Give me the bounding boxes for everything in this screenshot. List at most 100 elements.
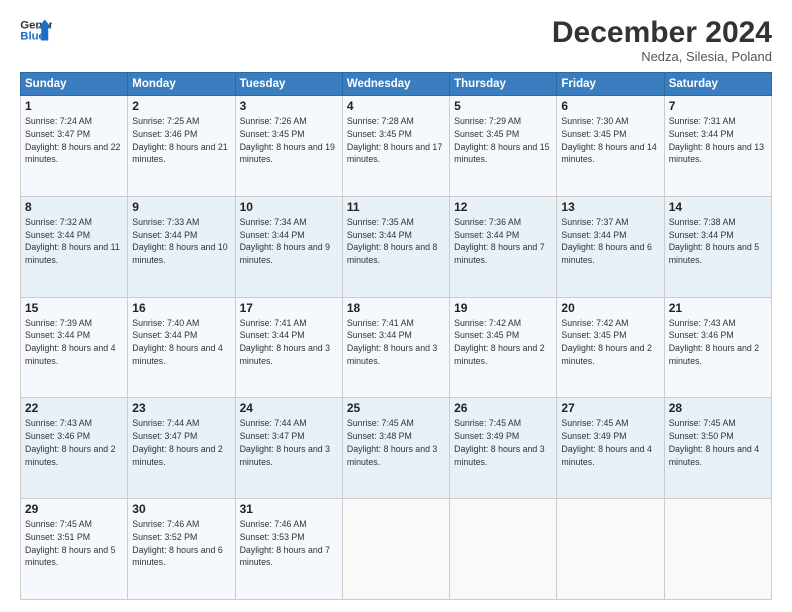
calendar-day-cell [557,499,664,600]
day-number: 21 [669,301,767,315]
day-number: 7 [669,99,767,113]
calendar-day-cell: 27 Sunrise: 7:45 AMSunset: 3:49 PMDaylig… [557,398,664,499]
calendar-day-header: Monday [128,73,235,96]
day-info: Sunrise: 7:44 AMSunset: 3:47 PMDaylight:… [132,417,230,468]
generalblue-logo-icon: General Blue [20,16,52,44]
day-info: Sunrise: 7:43 AMSunset: 3:46 PMDaylight:… [669,317,767,368]
calendar-day-cell: 30 Sunrise: 7:46 AMSunset: 3:52 PMDaylig… [128,499,235,600]
month-title: December 2024 [552,16,772,49]
calendar-header-row: SundayMondayTuesdayWednesdayThursdayFrid… [21,73,772,96]
calendar-day-cell: 29 Sunrise: 7:45 AMSunset: 3:51 PMDaylig… [21,499,128,600]
day-number: 27 [561,401,659,415]
calendar-day-cell [664,499,771,600]
calendar-day-cell: 5 Sunrise: 7:29 AMSunset: 3:45 PMDayligh… [450,96,557,197]
calendar-day-cell: 18 Sunrise: 7:41 AMSunset: 3:44 PMDaylig… [342,297,449,398]
calendar-day-cell: 19 Sunrise: 7:42 AMSunset: 3:45 PMDaylig… [450,297,557,398]
calendar-day-cell: 22 Sunrise: 7:43 AMSunset: 3:46 PMDaylig… [21,398,128,499]
title-block: December 2024 Nedza, Silesia, Poland [552,16,772,64]
day-info: Sunrise: 7:26 AMSunset: 3:45 PMDaylight:… [240,115,338,166]
page: General Blue December 2024 Nedza, Silesi… [0,0,792,612]
calendar-day-cell: 31 Sunrise: 7:46 AMSunset: 3:53 PMDaylig… [235,499,342,600]
day-number: 19 [454,301,552,315]
day-info: Sunrise: 7:39 AMSunset: 3:44 PMDaylight:… [25,317,123,368]
day-number: 30 [132,502,230,516]
header: General Blue December 2024 Nedza, Silesi… [20,16,772,64]
day-number: 13 [561,200,659,214]
calendar-day-cell: 10 Sunrise: 7:34 AMSunset: 3:44 PMDaylig… [235,196,342,297]
calendar-day-cell: 9 Sunrise: 7:33 AMSunset: 3:44 PMDayligh… [128,196,235,297]
calendar-day-header: Thursday [450,73,557,96]
day-info: Sunrise: 7:43 AMSunset: 3:46 PMDaylight:… [25,417,123,468]
day-number: 6 [561,99,659,113]
day-number: 22 [25,401,123,415]
calendar-day-cell: 8 Sunrise: 7:32 AMSunset: 3:44 PMDayligh… [21,196,128,297]
day-info: Sunrise: 7:40 AMSunset: 3:44 PMDaylight:… [132,317,230,368]
day-number: 20 [561,301,659,315]
calendar-day-cell: 21 Sunrise: 7:43 AMSunset: 3:46 PMDaylig… [664,297,771,398]
day-info: Sunrise: 7:36 AMSunset: 3:44 PMDaylight:… [454,216,552,267]
day-number: 10 [240,200,338,214]
day-number: 18 [347,301,445,315]
calendar-table: SundayMondayTuesdayWednesdayThursdayFrid… [20,72,772,600]
calendar-week-row: 29 Sunrise: 7:45 AMSunset: 3:51 PMDaylig… [21,499,772,600]
logo: General Blue [20,16,52,44]
calendar-day-cell: 3 Sunrise: 7:26 AMSunset: 3:45 PMDayligh… [235,96,342,197]
day-info: Sunrise: 7:45 AMSunset: 3:50 PMDaylight:… [669,417,767,468]
day-info: Sunrise: 7:45 AMSunset: 3:51 PMDaylight:… [25,518,123,569]
day-info: Sunrise: 7:24 AMSunset: 3:47 PMDaylight:… [25,115,123,166]
day-info: Sunrise: 7:31 AMSunset: 3:44 PMDaylight:… [669,115,767,166]
calendar-day-cell: 20 Sunrise: 7:42 AMSunset: 3:45 PMDaylig… [557,297,664,398]
calendar-week-row: 1 Sunrise: 7:24 AMSunset: 3:47 PMDayligh… [21,96,772,197]
day-number: 16 [132,301,230,315]
calendar-day-cell: 16 Sunrise: 7:40 AMSunset: 3:44 PMDaylig… [128,297,235,398]
calendar-day-header: Sunday [21,73,128,96]
day-info: Sunrise: 7:30 AMSunset: 3:45 PMDaylight:… [561,115,659,166]
day-info: Sunrise: 7:41 AMSunset: 3:44 PMDaylight:… [240,317,338,368]
day-number: 5 [454,99,552,113]
calendar-day-cell: 26 Sunrise: 7:45 AMSunset: 3:49 PMDaylig… [450,398,557,499]
calendar-day-cell: 28 Sunrise: 7:45 AMSunset: 3:50 PMDaylig… [664,398,771,499]
calendar-day-cell: 6 Sunrise: 7:30 AMSunset: 3:45 PMDayligh… [557,96,664,197]
day-info: Sunrise: 7:37 AMSunset: 3:44 PMDaylight:… [561,216,659,267]
calendar-day-cell: 11 Sunrise: 7:35 AMSunset: 3:44 PMDaylig… [342,196,449,297]
day-number: 24 [240,401,338,415]
day-info: Sunrise: 7:45 AMSunset: 3:49 PMDaylight:… [454,417,552,468]
day-info: Sunrise: 7:35 AMSunset: 3:44 PMDaylight:… [347,216,445,267]
calendar-day-cell: 25 Sunrise: 7:45 AMSunset: 3:48 PMDaylig… [342,398,449,499]
day-number: 25 [347,401,445,415]
day-number: 29 [25,502,123,516]
day-info: Sunrise: 7:42 AMSunset: 3:45 PMDaylight:… [561,317,659,368]
day-info: Sunrise: 7:33 AMSunset: 3:44 PMDaylight:… [132,216,230,267]
calendar-week-row: 22 Sunrise: 7:43 AMSunset: 3:46 PMDaylig… [21,398,772,499]
calendar-day-header: Saturday [664,73,771,96]
calendar-day-cell: 12 Sunrise: 7:36 AMSunset: 3:44 PMDaylig… [450,196,557,297]
day-info: Sunrise: 7:25 AMSunset: 3:46 PMDaylight:… [132,115,230,166]
day-number: 23 [132,401,230,415]
day-number: 2 [132,99,230,113]
calendar-day-header: Wednesday [342,73,449,96]
location: Nedza, Silesia, Poland [552,49,772,64]
day-info: Sunrise: 7:29 AMSunset: 3:45 PMDaylight:… [454,115,552,166]
day-number: 1 [25,99,123,113]
day-number: 26 [454,401,552,415]
calendar-day-cell: 17 Sunrise: 7:41 AMSunset: 3:44 PMDaylig… [235,297,342,398]
day-number: 17 [240,301,338,315]
calendar-week-row: 15 Sunrise: 7:39 AMSunset: 3:44 PMDaylig… [21,297,772,398]
day-number: 28 [669,401,767,415]
day-info: Sunrise: 7:45 AMSunset: 3:48 PMDaylight:… [347,417,445,468]
day-info: Sunrise: 7:28 AMSunset: 3:45 PMDaylight:… [347,115,445,166]
day-info: Sunrise: 7:42 AMSunset: 3:45 PMDaylight:… [454,317,552,368]
day-number: 9 [132,200,230,214]
day-info: Sunrise: 7:46 AMSunset: 3:52 PMDaylight:… [132,518,230,569]
day-info: Sunrise: 7:44 AMSunset: 3:47 PMDaylight:… [240,417,338,468]
day-number: 12 [454,200,552,214]
svg-text:Blue: Blue [20,31,45,43]
calendar-day-header: Tuesday [235,73,342,96]
day-number: 3 [240,99,338,113]
day-number: 4 [347,99,445,113]
calendar-day-cell: 4 Sunrise: 7:28 AMSunset: 3:45 PMDayligh… [342,96,449,197]
day-info: Sunrise: 7:38 AMSunset: 3:44 PMDaylight:… [669,216,767,267]
day-number: 14 [669,200,767,214]
calendar-day-cell [450,499,557,600]
day-number: 31 [240,502,338,516]
